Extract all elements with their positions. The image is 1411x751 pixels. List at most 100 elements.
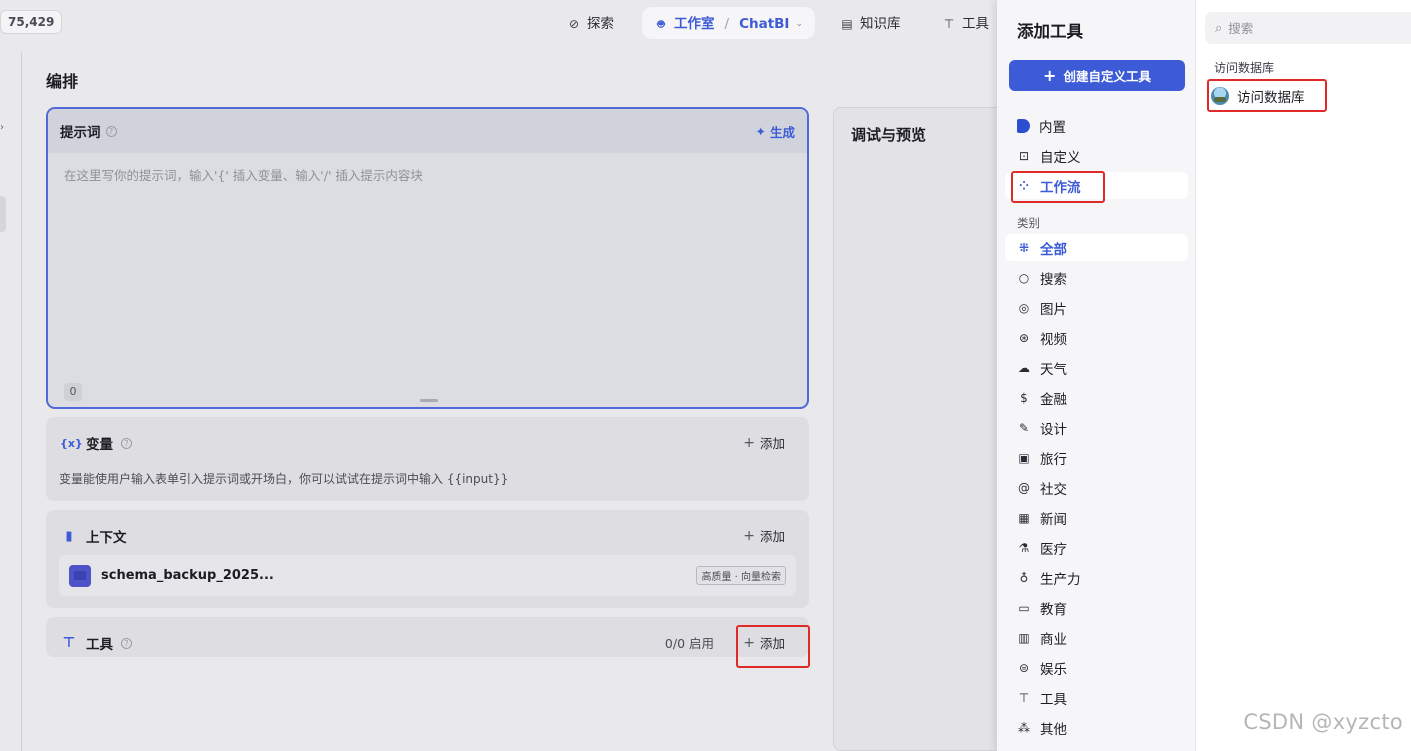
category-label: 天气: [1040, 361, 1067, 378]
category-other[interactable]: ⁂ 其他: [1005, 714, 1188, 741]
nav-explore-label: 探索: [587, 16, 614, 32]
category-video[interactable]: ⊛ 视频: [1005, 324, 1188, 351]
nav-tools-label: 工具: [962, 16, 989, 32]
counter-badge: 75,429: [0, 10, 63, 34]
plus-icon: +: [743, 527, 755, 544]
source-builtin[interactable]: 内置: [1005, 112, 1188, 139]
modal-main: ⌕ 访问数据库 访问数据库: [1197, 0, 1411, 751]
help-icon[interactable]: ?: [121, 637, 132, 649]
builtin-icon: [1017, 118, 1030, 133]
book-icon: ▤: [841, 17, 853, 31]
chevron-down-icon[interactable]: ⌄: [795, 10, 803, 38]
category-label: 商业: [1040, 631, 1067, 648]
nav-studio-label: 工作室: [674, 16, 715, 32]
category-weather[interactable]: ☁︎ 天气: [1005, 354, 1188, 381]
source-label: 自定义: [1040, 149, 1081, 166]
source-custom[interactable]: ⊡ 自定义: [1005, 142, 1188, 169]
category-label: 全部: [1040, 241, 1067, 258]
nav-knowledge[interactable]: ▤ 知识库: [840, 10, 901, 38]
context-add-button[interactable]: + 添加: [743, 526, 785, 545]
news-icon: ▦: [1018, 510, 1030, 525]
source-label: 内置: [1039, 119, 1066, 136]
category-label: 搜索: [1040, 271, 1067, 288]
robot-icon: 🤖︎: [657, 17, 665, 31]
nav-studio[interactable]: 🤖︎ 工作室 / ChatBI ⌄: [654, 10, 803, 38]
nav-app-name[interactable]: ChatBI: [739, 10, 789, 38]
hammer-icon: ⊤: [62, 635, 76, 651]
help-icon[interactable]: ?: [121, 437, 132, 449]
video-icon: ⊛: [1018, 330, 1030, 345]
category-social[interactable]: @ 社交: [1005, 474, 1188, 501]
generate-button[interactable]: ✦ 生成: [756, 122, 796, 141]
nav-tools[interactable]: ⊤ 工具: [942, 10, 989, 38]
variables-header: {x} 变量 ?: [60, 433, 132, 453]
context-file-item[interactable]: schema_backup_2025... 高质量 · 向量检索: [59, 555, 796, 596]
education-icon: ▭: [1018, 600, 1030, 615]
modal-title: 添加工具: [1017, 22, 1083, 41]
rail-tab[interactable]: [0, 196, 6, 232]
image-icon: ◎: [1018, 300, 1030, 315]
context-card: ▮ 上下文 + 添加 schema_backup_2025... 高质量 · 向…: [46, 510, 809, 608]
plus-icon: +: [1043, 65, 1057, 85]
search-input[interactable]: [1228, 20, 1389, 36]
tool-group-label: 访问数据库: [1214, 61, 1275, 75]
category-image[interactable]: ◎ 图片: [1005, 294, 1188, 321]
category-label: 其他: [1040, 721, 1067, 738]
category-medical[interactable]: ⚗︎ 医疗: [1005, 534, 1188, 561]
tools-header: ⊤ 工具 ?: [60, 633, 132, 653]
plus-icon: +: [743, 434, 755, 451]
category-label: 旅行: [1040, 451, 1067, 468]
category-label: 生产力: [1040, 571, 1081, 588]
category-finance[interactable]: $ 金融: [1005, 384, 1188, 411]
category-design[interactable]: ✎ 设计: [1005, 414, 1188, 441]
file-name: schema_backup_2025...: [101, 568, 274, 583]
category-search[interactable]: ○ 搜索: [1005, 264, 1188, 291]
medical-icon: ⚗︎: [1018, 540, 1030, 555]
search-box[interactable]: ⌕: [1205, 12, 1411, 44]
prompt-title: 提示词: [60, 125, 101, 141]
category-entertainment[interactable]: ⊜ 娱乐: [1005, 654, 1188, 681]
document-icon: ▮: [65, 528, 73, 544]
variables-add-button[interactable]: + 添加: [743, 433, 785, 452]
highlight-box: [736, 625, 810, 668]
tools-card: ⊤ 工具 ? 0/0 启用 + 添加: [46, 617, 809, 657]
category-business[interactable]: ▥ 商业: [1005, 624, 1188, 651]
add-label: 添加: [759, 436, 785, 451]
chevron-icon[interactable]: ›: [0, 122, 4, 133]
category-productivity[interactable]: ♁ 生产力: [1005, 564, 1188, 591]
travel-icon: ▣: [1018, 450, 1030, 465]
category-label: 新闻: [1040, 511, 1067, 528]
cloud-icon: ☁︎: [1018, 360, 1030, 375]
add-label: 添加: [759, 529, 785, 544]
prompt-header: 提示词 ? ✦ 生成: [48, 109, 807, 153]
category-label: 工具: [1040, 691, 1067, 708]
preview-title: 调试与预览: [851, 126, 927, 144]
category-travel[interactable]: ▣ 旅行: [1005, 444, 1188, 471]
category-label: 视频: [1040, 331, 1067, 348]
other-icon: ⁂: [1018, 720, 1030, 735]
context-title: 上下文: [86, 530, 127, 546]
resize-handle[interactable]: [420, 399, 438, 402]
category-education[interactable]: ▭ 教育: [1005, 594, 1188, 621]
hammer-icon: ⊤: [1018, 690, 1030, 705]
nav-explore[interactable]: ⊘ 探索: [567, 10, 614, 38]
context-header: ▮ 上下文: [60, 526, 127, 547]
code-icon: ⊡: [1018, 148, 1030, 163]
tools-title: 工具: [86, 637, 113, 653]
create-custom-tool-button[interactable]: + 创建自定义工具: [1009, 60, 1185, 91]
category-label: 图片: [1040, 301, 1067, 318]
category-news[interactable]: ▦ 新闻: [1005, 504, 1188, 531]
char-count: 0: [64, 383, 82, 401]
nav-knowledge-label: 知识库: [860, 16, 901, 32]
at-icon: @: [1018, 480, 1030, 495]
variables-description: 变量能使用户输入表单引入提示词或开场白，你可以试试在提示词中输入 {{input…: [59, 472, 509, 486]
category-label: 设计: [1040, 421, 1067, 438]
variable-icon: {x}: [60, 436, 83, 450]
help-icon[interactable]: ?: [105, 125, 117, 137]
category-tools[interactable]: ⊤ 工具: [1005, 684, 1188, 711]
left-rail: ›: [0, 52, 22, 751]
category-all[interactable]: ⁜ 全部: [1005, 234, 1188, 261]
category-label: 社交: [1040, 481, 1067, 498]
category-section-label: 类别: [1017, 216, 1040, 230]
prompt-textarea[interactable]: 在这里写你的提示词，输入'{' 插入变量、输入'/' 插入提示内容块: [64, 165, 423, 184]
